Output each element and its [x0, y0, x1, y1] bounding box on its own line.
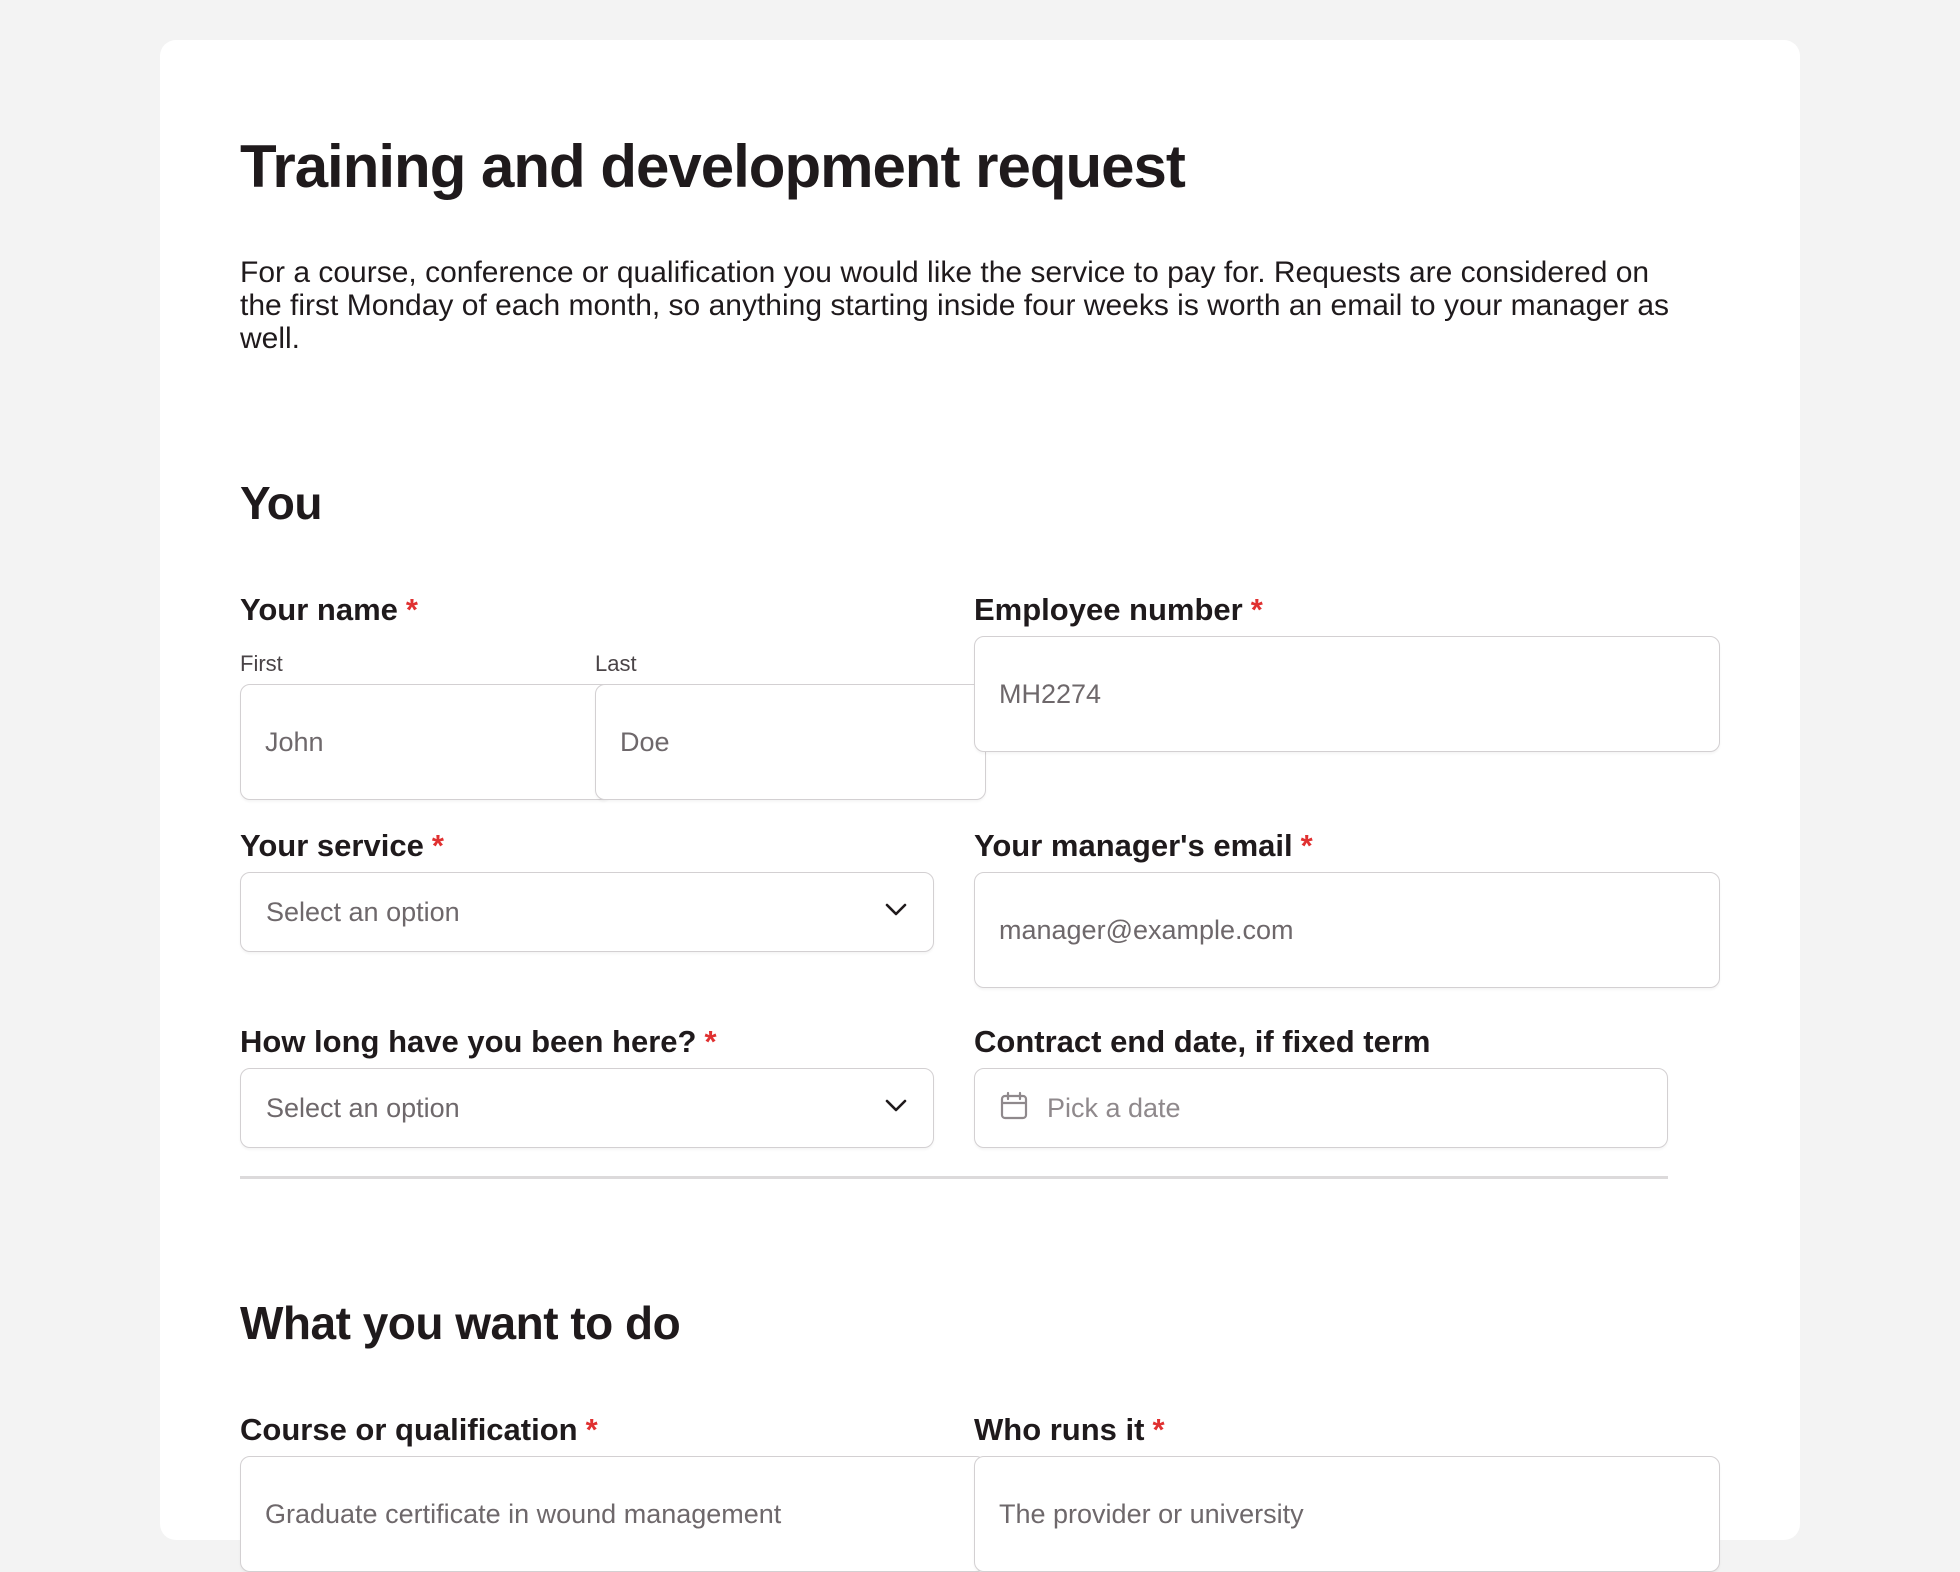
required-marker: * — [1300, 828, 1313, 863]
required-marker: * — [585, 1412, 598, 1447]
course-label-text: Course or qualification — [240, 1412, 578, 1447]
how-long-select[interactable]: Select an option — [240, 1068, 934, 1148]
last-name-input[interactable] — [595, 684, 986, 800]
form-card: Training and development request For a c… — [160, 40, 1800, 1572]
section-heading-you: You — [240, 477, 322, 529]
required-marker: * — [1152, 1412, 1165, 1447]
who-runs-input[interactable] — [974, 1456, 1720, 1572]
employee-number-input[interactable] — [974, 636, 1720, 752]
form-intro: For a course, conference or qualificatio… — [240, 256, 1670, 355]
employee-number-label-text: Employee number — [974, 592, 1243, 627]
course-input[interactable] — [240, 1456, 986, 1572]
your-service-selected-value: Select an option — [266, 896, 460, 927]
chevron-down-icon — [885, 903, 907, 922]
last-name-label: Last — [595, 651, 637, 676]
contract-end-placeholder: Pick a date — [1047, 1092, 1181, 1123]
contract-end-label-text: Contract end date, if fixed term — [974, 1024, 1431, 1059]
section-divider — [240, 1176, 1668, 1179]
required-marker: * — [431, 828, 444, 863]
contract-end-date-picker[interactable]: Pick a date — [974, 1068, 1668, 1148]
required-marker: * — [704, 1024, 717, 1059]
your-name-label-text: Your name — [240, 592, 398, 627]
how-long-label-text: How long have you been here? — [240, 1024, 697, 1059]
employee-number-label: Employee number * — [974, 592, 1263, 628]
your-name-label: Your name * — [240, 592, 418, 628]
how-long-label: How long have you been here? * — [240, 1024, 717, 1060]
your-service-select[interactable]: Select an option — [240, 872, 934, 952]
manager-email-label: Your manager's email * — [974, 828, 1313, 864]
manager-email-input[interactable] — [974, 872, 1720, 988]
first-name-label: First — [240, 651, 283, 676]
section-heading-what: What you want to do — [240, 1297, 681, 1349]
first-name-input[interactable] — [240, 684, 612, 800]
manager-email-label-text: Your manager's email — [974, 828, 1293, 863]
contract-end-label: Contract end date, if fixed term — [974, 1024, 1430, 1060]
who-runs-label: Who runs it * — [974, 1412, 1165, 1448]
chevron-down-icon — [885, 1099, 907, 1118]
your-service-label-text: Your service — [240, 828, 424, 863]
how-long-selected-value: Select an option — [266, 1092, 460, 1123]
required-marker: * — [405, 592, 418, 627]
page-title: Training and development request — [240, 133, 1186, 200]
who-runs-label-text: Who runs it — [974, 1412, 1145, 1447]
course-label: Course or qualification * — [240, 1412, 598, 1448]
calendar-icon — [999, 1091, 1029, 1126]
your-service-label: Your service * — [240, 828, 444, 864]
required-marker: * — [1250, 592, 1263, 627]
